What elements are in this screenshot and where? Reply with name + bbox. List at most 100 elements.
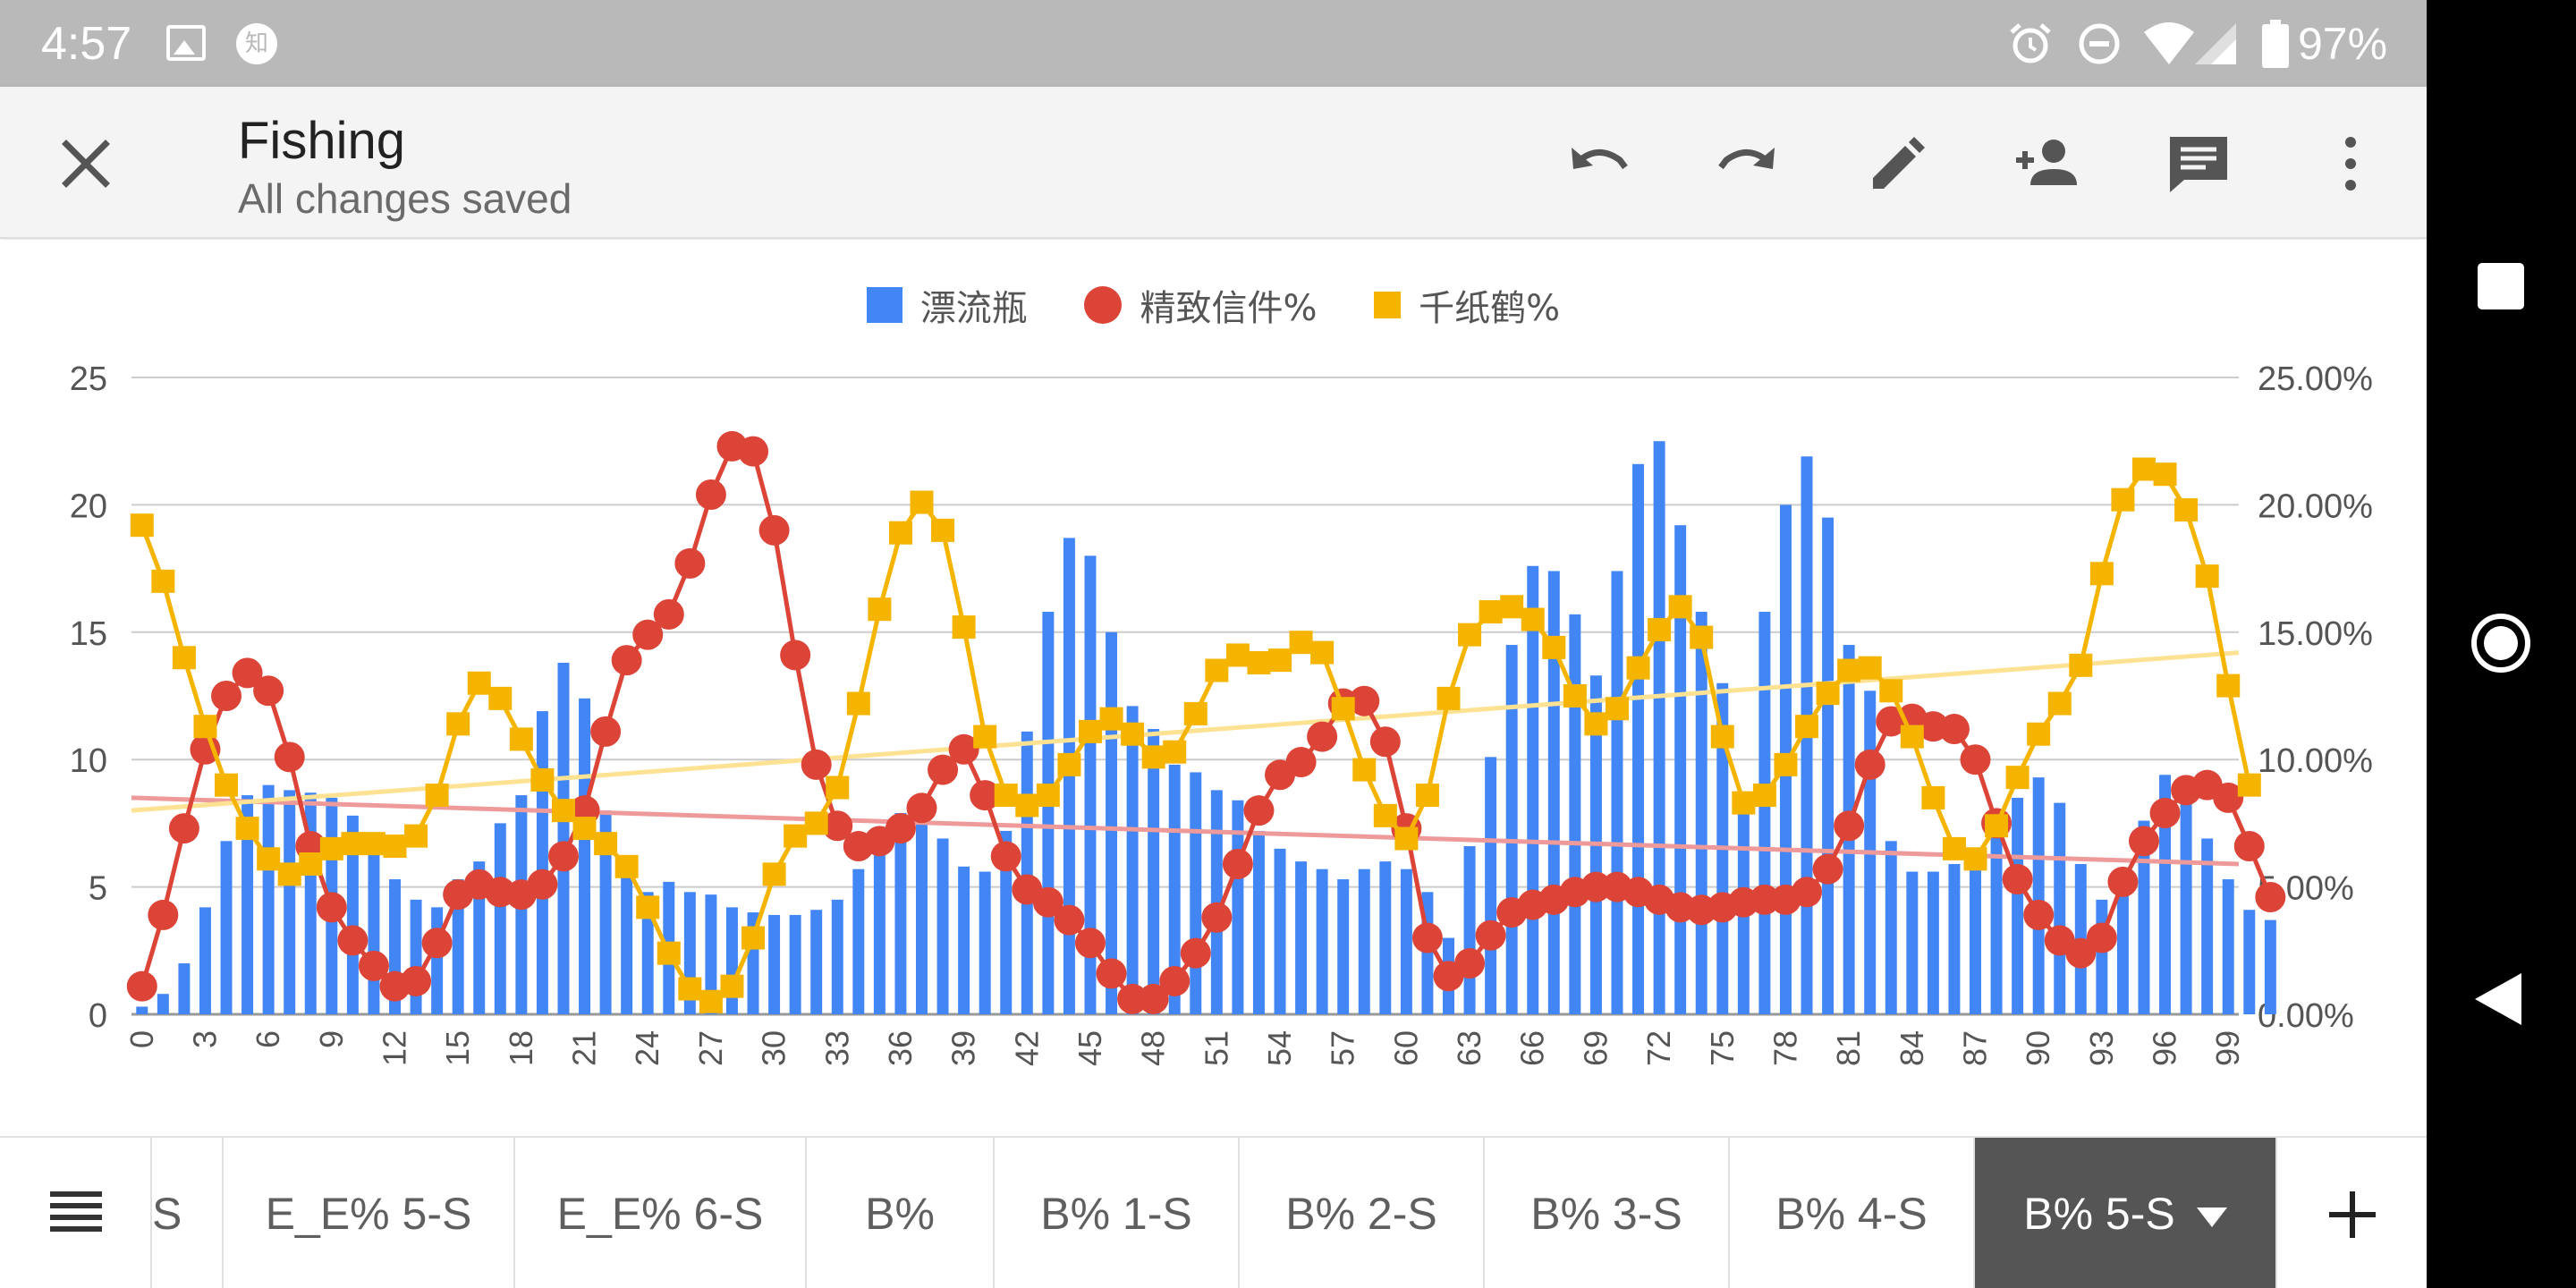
line-point [590,716,622,747]
sheet-tab-b-3-s[interactable]: B% 3-S [1483,1138,1728,1288]
sheet-tab-b-1-s[interactable]: B% 1-S [993,1138,1238,1288]
line-point [826,775,850,800]
bar [368,848,380,1014]
bar [199,907,211,1014]
close-icon[interactable] [54,131,118,196]
sheet-list-button[interactable] [0,1138,150,1288]
x-axis-tick-label: 45 [1072,1030,1108,1066]
line-point [1921,785,1945,809]
line-point [361,832,386,856]
add-sheet-button[interactable] [2275,1138,2427,1288]
chevron-down-icon[interactable] [2196,1207,2227,1227]
right-axis-tick-label: 25.00% [2258,360,2373,398]
sheet-tab-e-e-6-s[interactable]: E_E% 6-S [513,1138,805,1288]
x-axis-tick-label: 90 [2020,1030,2056,1066]
line-point [1121,722,1145,746]
x-axis-tick-label: 51 [1198,1030,1234,1066]
line-point [215,773,239,797]
line-point [1963,847,1987,871]
bar [852,869,865,1014]
x-axis-tick-label: 99 [2209,1030,2246,1066]
recents-icon[interactable] [2478,263,2524,309]
line-point [1648,617,1672,641]
line-point [151,569,175,593]
line-point [1812,853,1843,885]
line-point [741,926,766,950]
bar [2180,797,2192,1014]
bar [1252,830,1265,1014]
line-point [1285,747,1317,778]
sheet-tab-s[interactable]: S [150,1138,222,1288]
line-point [804,811,828,835]
comment-button[interactable] [2163,128,2234,199]
line-point [1454,948,1486,979]
line-point [2174,498,2199,522]
line-point [762,862,786,886]
edit-button[interactable] [1862,128,1934,199]
bar [2222,879,2234,1014]
bar [1485,757,1497,1014]
home-icon[interactable] [2471,614,2530,673]
chart-area[interactable]: 漂流瓶 精致信件% 千纸鹤% 0 5 10 15 20 25 0.00% 5.00% 10.00… [0,240,2427,1134]
sheet-tab-b-2-s[interactable]: B% 2-S [1238,1138,1483,1288]
sheet-tab-b-5-s[interactable]: B% 5-S [1973,1138,2275,1288]
x-axis-tick-label: 33 [818,1030,855,1066]
left-axis-tick-label: 5 [89,870,107,908]
line-point [2153,462,2177,487]
line-point [2128,826,2159,857]
sheet-tab-e-e-5-s[interactable]: E_E% 5-S [222,1138,513,1288]
line-point [1900,724,1924,749]
comment-icon [2170,137,2227,192]
right-axis-tick-label: 15.00% [2258,615,2373,653]
x-axis-tick-label: 39 [945,1030,982,1066]
zhihu-icon: 知 [236,23,277,64]
line-point [1479,600,1503,624]
line-point [1732,791,1756,815]
line-point [1475,919,1506,951]
status-time: 4:57 [41,18,132,70]
redo-button[interactable] [1712,128,1784,199]
sheet-tab-label: B% 5-S [2023,1189,2175,1239]
bar [1274,848,1286,1014]
line-point [253,675,284,707]
line-point [1668,595,1692,619]
line-point [383,835,407,859]
back-icon[interactable] [2475,973,2521,1025]
line-point [1243,795,1275,826]
line-point [780,640,811,671]
bar [1295,861,1308,1014]
x-axis-tick-label: 63 [1451,1030,1487,1066]
bar [1316,869,1328,1014]
x-axis-tick-label: 27 [692,1030,729,1066]
bar [958,866,970,1014]
sheet-tab-b-4-s[interactable]: B% 4-S [1728,1138,1973,1288]
undo-button[interactable] [1563,128,1634,199]
line-point [910,490,934,514]
line-point [148,899,179,930]
bar [136,1006,148,1014]
line-point [404,824,428,848]
x-axis-tick-label: 24 [629,1030,665,1066]
line-point [1500,595,1524,619]
x-axis-tick-label: 3 [186,1030,223,1048]
line-point [1942,836,1966,860]
line-point [1141,745,1165,769]
add-person-button[interactable] [2012,128,2084,199]
x-axis-tick-label: 36 [882,1030,919,1066]
bar [1906,871,1919,1014]
line-point [1938,714,1970,745]
bar [1379,861,1392,1014]
line-point [551,799,575,823]
line-point [1036,784,1060,808]
bar [220,841,233,1014]
more-options-button[interactable] [2315,128,2386,199]
x-axis-tick-label: 96 [2147,1030,2183,1066]
line-point [235,817,259,841]
line-point [2149,798,2181,829]
line-point [1854,749,1885,780]
sheet-tab-b[interactable]: B% [805,1138,993,1288]
line-point [1268,648,1292,673]
line-point [888,521,912,545]
line-point [130,513,154,538]
bar [284,790,296,1014]
